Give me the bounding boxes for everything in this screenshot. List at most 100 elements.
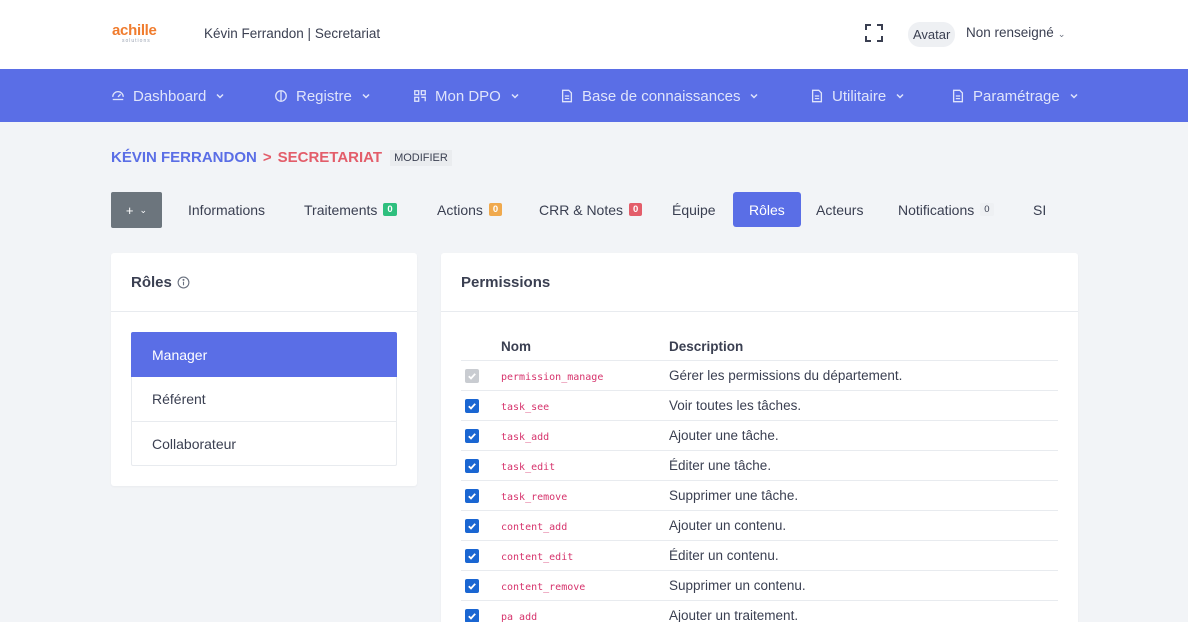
- nav-item-parametrage[interactable]: Paramétrage: [951, 87, 1087, 105]
- main-nav: Dashboard Registre Mon DPO Base de conna…: [0, 69, 1188, 122]
- avatar[interactable]: Avatar: [908, 22, 956, 47]
- nav-item-utilitaire[interactable]: Utilitaire: [810, 87, 913, 105]
- app-logo[interactable]: achille solutions: [112, 23, 162, 45]
- permission-checkbox: [465, 368, 479, 383]
- tab-label: Traitements: [304, 201, 378, 218]
- permission-code: permission_manage: [501, 371, 604, 383]
- permission-code: task_remove: [501, 491, 568, 503]
- add-label: +: [125, 202, 134, 218]
- tab-si[interactable]: SI: [1033, 192, 1046, 227]
- grid-icon: [414, 90, 426, 102]
- checkbox-cell: [461, 548, 501, 563]
- checkbox-cell: [461, 488, 501, 503]
- permission-checkbox[interactable]: [465, 428, 479, 443]
- count-badge: 0: [383, 203, 397, 216]
- permission-checkbox[interactable]: [465, 518, 479, 533]
- permission-code-cell: content_remove: [501, 577, 669, 595]
- chevron-down-icon: [896, 93, 904, 99]
- table-row: permission_manage Gérer les permissions d…: [461, 361, 1058, 391]
- role-item-manager[interactable]: Manager: [131, 332, 397, 377]
- permission-checkbox[interactable]: [465, 548, 479, 563]
- count-badge: 0: [980, 203, 994, 216]
- permission-code-cell: task_remove: [501, 487, 669, 505]
- tab-informations[interactable]: Informations: [188, 192, 265, 227]
- nav-item-label: Utilitaire: [832, 87, 887, 105]
- nav-item-label: Mon DPO: [435, 87, 501, 105]
- checkmark-icon: [468, 612, 476, 620]
- nav-item-label: Dashboard: [133, 87, 207, 105]
- permission-description: Gérer les permissions du département.: [669, 368, 903, 383]
- registry-icon: [275, 90, 287, 102]
- nav-item-registre[interactable]: Registre: [274, 87, 379, 105]
- checkbox-cell: [461, 518, 501, 533]
- checkmark-icon: [468, 582, 476, 590]
- tab-traitements[interactable]: Traitements 0: [304, 192, 397, 227]
- modify-button[interactable]: MODIFIER: [390, 149, 452, 166]
- add-dropdown-button[interactable]: + ⌄: [111, 192, 162, 228]
- breadcrumb-person[interactable]: Kévin Ferrandon: [111, 149, 257, 166]
- count-badge: 0: [629, 203, 643, 216]
- breadcrumb-separator: >: [262, 149, 272, 166]
- column-header-description: Description: [669, 338, 744, 354]
- table-row: content_edit Éditer un contenu.: [461, 541, 1058, 571]
- permission-code-cell: permission_manage: [501, 367, 669, 385]
- permission-code: pa_add: [501, 611, 538, 622]
- permission-description: Ajouter un contenu.: [669, 518, 787, 533]
- table-row: pa_add Ajouter un traitement.: [461, 601, 1058, 622]
- info-icon[interactable]: [177, 276, 190, 289]
- top-header: achille solutions Kévin Ferrandon | Secr…: [0, 0, 1188, 69]
- context-title: Kévin Ferrandon | Secretariat: [204, 26, 381, 41]
- document-icon: [811, 89, 823, 103]
- checkbox-cell: [461, 458, 501, 473]
- permission-checkbox[interactable]: [465, 398, 479, 413]
- permission-checkbox[interactable]: [465, 458, 479, 473]
- tab-notifications[interactable]: Notifications 0: [898, 192, 994, 227]
- permission-code: task_see: [501, 401, 550, 413]
- table-header: Nom Description: [461, 332, 1058, 361]
- chevron-down-icon: [750, 93, 758, 99]
- table-row: task_edit Éditer une tâche.: [461, 451, 1058, 481]
- nav-item-label: Paramétrage: [973, 87, 1060, 105]
- breadcrumb: Kévin Ferrandon > Secretariat MODIFIER: [111, 149, 452, 166]
- tab-roles[interactable]: Rôles: [733, 192, 801, 227]
- tab-label: Notifications: [898, 201, 975, 218]
- tab-actions[interactable]: Actions 0: [437, 192, 503, 227]
- table-row: content_remove Supprimer un contenu.: [461, 571, 1058, 601]
- breadcrumb-department: Secretariat: [277, 149, 383, 166]
- role-item-collaborateur[interactable]: Collaborateur: [131, 422, 397, 466]
- chevron-down-icon: [511, 93, 519, 99]
- checkbox-cell: [461, 608, 501, 622]
- tab-equipe[interactable]: Équipe: [672, 192, 716, 227]
- tab-label: CRR & Notes: [539, 201, 624, 218]
- permission-checkbox[interactable]: [465, 608, 479, 622]
- permissions-title: Permissions: [461, 273, 551, 291]
- nav-item-dashboard[interactable]: Dashboard: [111, 87, 233, 105]
- permission-checkbox[interactable]: [465, 488, 479, 503]
- role-item-referent[interactable]: Référent: [131, 377, 397, 422]
- document-icon: [561, 89, 573, 103]
- logo-subtext: solutions: [122, 38, 151, 44]
- nav-item-base-de-connaissances[interactable]: Base de connaissances: [560, 87, 767, 105]
- checkmark-icon: [468, 402, 476, 410]
- tab-crr-notes[interactable]: CRR & Notes 0: [539, 192, 643, 227]
- permission-checkbox[interactable]: [465, 578, 479, 593]
- fullscreen-icon[interactable]: [864, 23, 884, 43]
- nav-item-mon-dpo[interactable]: Mon DPO: [413, 87, 528, 105]
- checkbox-cell: [461, 578, 501, 593]
- permission-code-cell: task_edit: [501, 457, 669, 475]
- document-icon: [952, 89, 964, 103]
- permission-code-cell: content_add: [501, 517, 669, 535]
- tab-label: SI: [1033, 201, 1047, 218]
- permissions-card: Permissions Nom Description permission_m…: [441, 253, 1078, 622]
- permission-code-cell: task_add: [501, 427, 669, 445]
- role-list: Manager Référent Collaborateur: [131, 332, 397, 466]
- user-name: Non renseigné: [966, 25, 1054, 40]
- permission-description: Supprimer une tâche.: [669, 488, 799, 503]
- user-menu[interactable]: Non renseigné ⌄: [966, 25, 1065, 40]
- tab-acteurs[interactable]: Acteurs: [816, 192, 863, 227]
- checkmark-icon: [468, 462, 476, 470]
- table-row: task_remove Supprimer une tâche.: [461, 481, 1058, 511]
- checkmark-icon: [468, 372, 476, 380]
- column-header-nom: Nom: [501, 338, 531, 354]
- permission-code-cell: pa_add: [501, 607, 669, 622]
